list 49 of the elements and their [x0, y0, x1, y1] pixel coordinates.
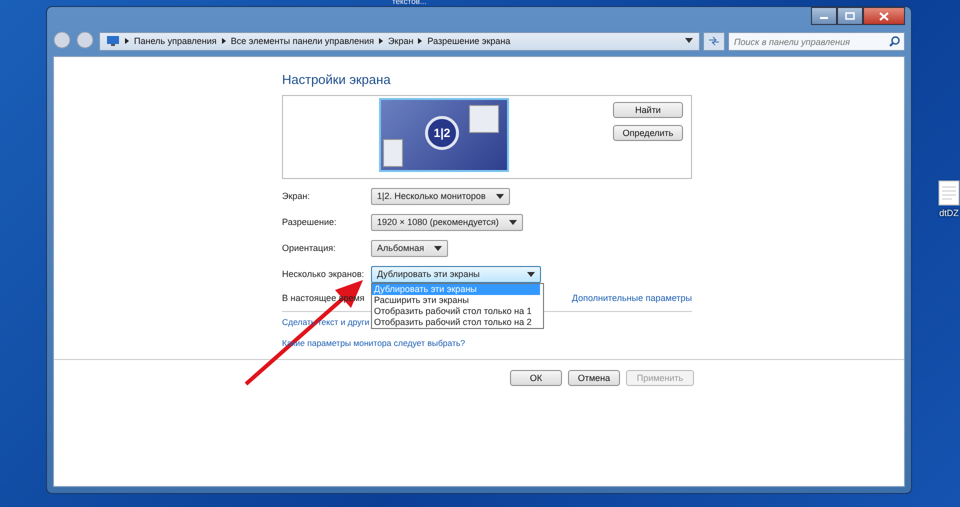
dropdown[interactable]: Дублировать эти экраны: [371, 266, 541, 282]
chevron-icon: [222, 38, 226, 44]
monitor-number-badge: 1|2: [425, 116, 459, 150]
preview-button[interactable]: Определить: [613, 125, 683, 141]
dialog-button[interactable]: ОК: [510, 370, 562, 386]
maximize-button[interactable]: [837, 7, 863, 25]
caret-icon: [508, 220, 517, 224]
breadcrumb-item[interactable]: Экран: [388, 36, 414, 46]
caret-icon: [434, 246, 442, 250]
dropdown[interactable]: Альбомная: [371, 240, 448, 256]
dropdown[interactable]: 1920 × 1080 (рекомендуется): [371, 214, 523, 230]
address-bar[interactable]: Панель управления Все элементы панели управления Экран Разрешение экрана: [99, 32, 700, 50]
minimize-button[interactable]: [811, 7, 837, 25]
page-heading: Настройки экрана: [282, 72, 392, 87]
search-icon: [889, 36, 900, 46]
desktop-caption: текстов...: [392, 0, 427, 6]
breadcrumb-item[interactable]: Все элементы панели управления: [230, 36, 374, 46]
chevron-icon: [125, 38, 129, 44]
window-thumbnail: [469, 105, 499, 133]
document-icon[interactable]: [938, 180, 960, 206]
dropdown-option[interactable]: Отобразить рабочий стол только на 1: [372, 306, 540, 316]
window-thumbnail: [383, 139, 403, 167]
chevron-icon: [418, 38, 422, 44]
dropdown-caret-icon[interactable]: [685, 38, 693, 44]
refresh-icon: [708, 36, 720, 46]
monitor-preview[interactable]: 1|2: [379, 98, 509, 172]
close-icon: [879, 12, 889, 20]
field-label: Несколько экранов:: [282, 269, 366, 279]
breadcrumb-item[interactable]: Разрешение экрана: [427, 36, 510, 46]
field-label: Ориентация:: [282, 243, 337, 253]
field-label: Экран:: [282, 191, 311, 201]
dropdown-option[interactable]: Отобразить рабочий стол только на 2: [372, 316, 540, 328]
dialog-button[interactable]: Отмена: [568, 370, 620, 386]
caret-icon: [496, 194, 504, 198]
breadcrumb-item[interactable]: Панель управления: [134, 36, 217, 46]
refresh-button[interactable]: [703, 32, 725, 50]
advanced-settings-link[interactable]: Дополнительные параметры: [572, 293, 692, 303]
dropdown-option[interactable]: Расширить эти экраны: [372, 294, 540, 306]
field-label: Разрешение:: [282, 217, 338, 227]
monitor-icon: [106, 35, 120, 47]
chevron-icon: [379, 38, 384, 44]
search-field[interactable]: Поиск в панели управления: [728, 32, 905, 51]
caret-icon: [527, 272, 535, 276]
maximize-icon: [845, 12, 855, 20]
icon-label[interactable]: dtDZ: [939, 208, 959, 218]
preview-button[interactable]: Найти: [613, 102, 683, 118]
help-link[interactable]: Сделать текст и други: [282, 317, 370, 327]
dropdown[interactable]: 1|2. Несколько мониторов: [371, 188, 510, 204]
close-button[interactable]: [863, 7, 905, 25]
